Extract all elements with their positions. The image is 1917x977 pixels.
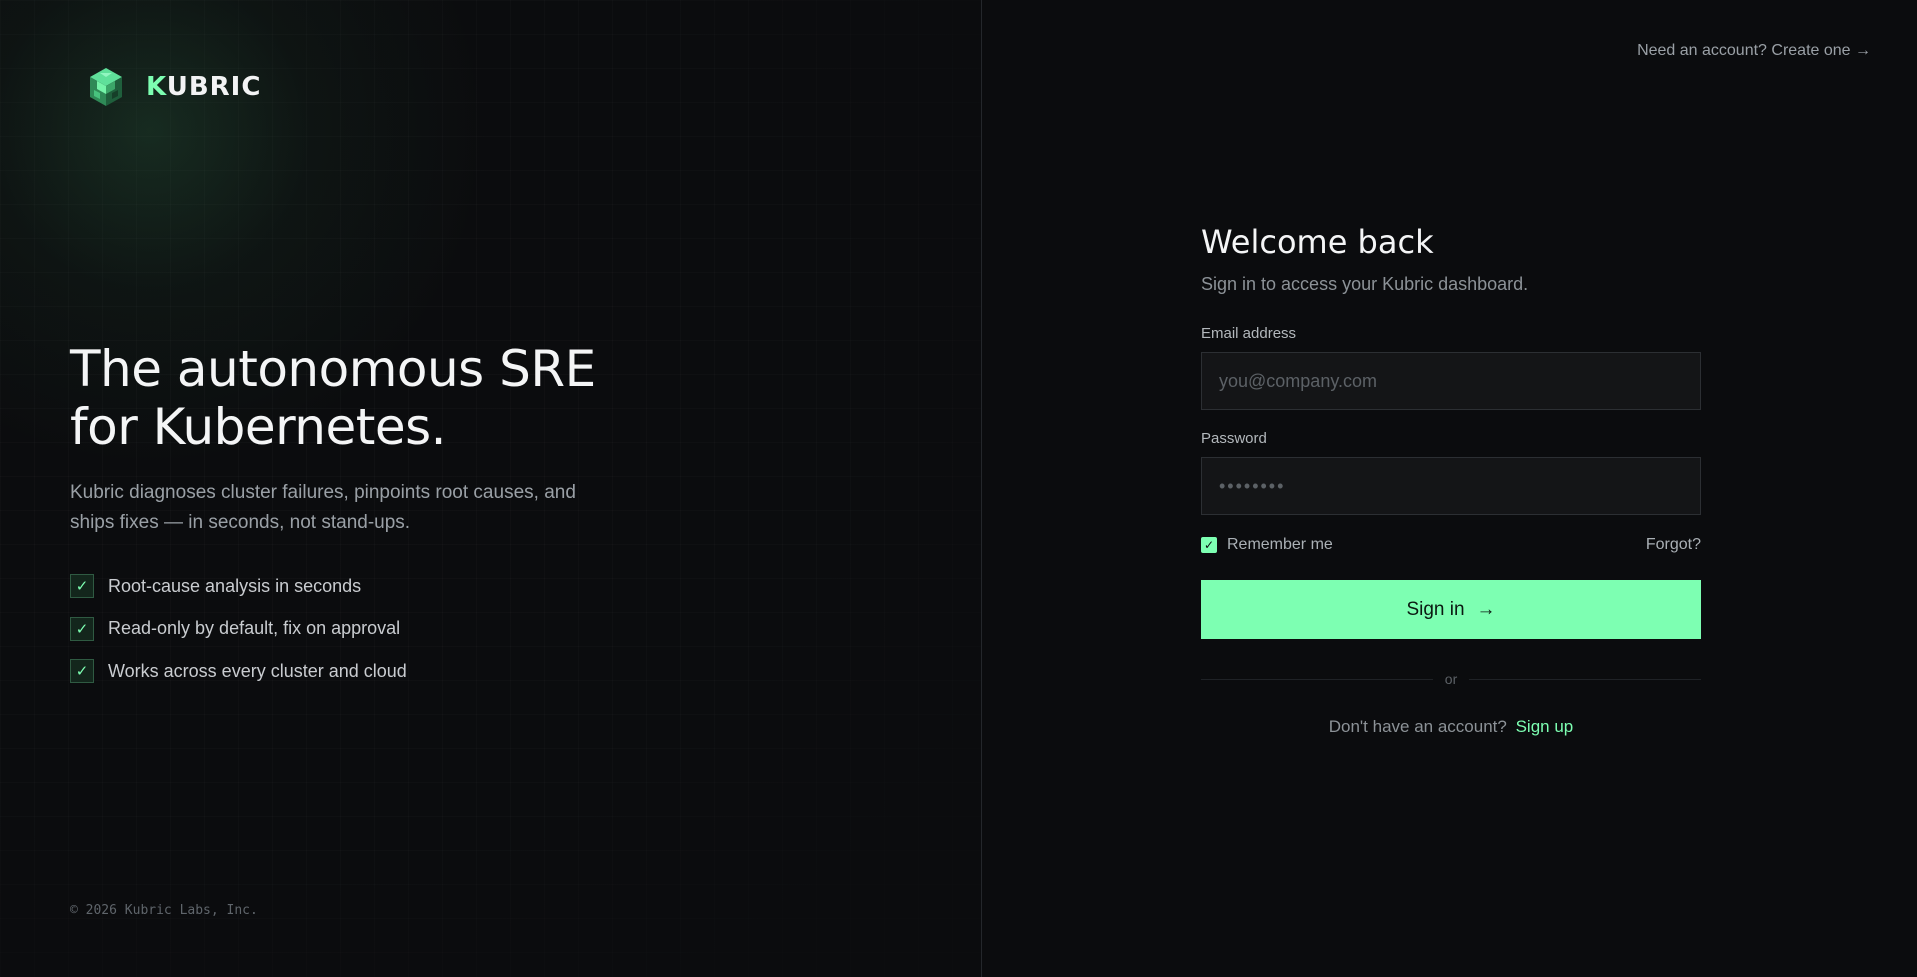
password-label: Password <box>1201 430 1267 447</box>
feature-label: Works across every cluster and cloud <box>108 660 407 681</box>
or-divider: or <box>1201 669 1702 689</box>
hero-subtitle: Kubric diagnoses cluster failures, pinpo… <box>70 482 576 533</box>
signin-form: Welcome back Sign in to access your Kubr… <box>1201 222 1702 737</box>
login-page: KUBRIC The autonomous SRE for Kubernetes… <box>0 0 1917 977</box>
check-icon: ✓ <box>70 616 94 641</box>
arrow-right-icon: → <box>1476 598 1496 620</box>
feature-list: ✓ Root-cause analysis in seconds ✓ Read-… <box>70 574 710 683</box>
divider-text: or <box>1444 671 1458 687</box>
remember-me-checkbox[interactable]: ✓ <box>1201 537 1217 553</box>
divider-line <box>1469 678 1702 680</box>
copyright: © 2026 Kubric Labs, Inc. <box>70 903 258 918</box>
sign-up-link[interactable]: Sign up <box>1516 717 1574 736</box>
signup-row: Don't have an account? Sign up <box>1201 717 1701 737</box>
password-field[interactable] <box>1201 457 1701 515</box>
hero-title: The autonomous SRE for Kubernetes. <box>70 340 596 456</box>
create-account-link[interactable]: Need an account? Create one → <box>1637 42 1871 60</box>
form-options: ✓ Remember me Forgot? <box>1201 535 1701 555</box>
feature-label: Read-only by default, fix on approval <box>108 618 401 638</box>
forgot-password-link[interactable]: Forgot? <box>1646 536 1701 554</box>
check-icon: ✓ <box>70 659 94 683</box>
form-subtitle: Sign in to access your Kubric dashboard. <box>1201 274 1529 294</box>
email-field[interactable] <box>1201 352 1701 410</box>
marketing-panel: KUBRIC The autonomous SRE for Kubernetes… <box>0 0 982 977</box>
check-icon: ✓ <box>70 574 94 598</box>
email-label: Email address <box>1201 325 1297 342</box>
brand[interactable]: KUBRIC <box>86 66 261 108</box>
feature-item: ✓ Root-cause analysis in seconds <box>70 574 710 598</box>
sign-in-button[interactable]: Sign in → <box>1201 580 1701 639</box>
auth-panel: Need an account? Create one → Welcome ba… <box>982 0 1917 977</box>
hero: The autonomous SRE for Kubernetes. Kubri… <box>70 340 710 702</box>
brand-name: KUBRIC <box>146 72 262 102</box>
remember-me-label: Remember me <box>1227 536 1333 553</box>
feature-label: Root-cause analysis in seconds <box>108 575 362 596</box>
form-title: Welcome back <box>1201 223 1434 261</box>
cube-logo-icon <box>90 68 122 106</box>
feature-item: ✓ Read-only by default, fix on approval <box>70 616 710 641</box>
signup-prompt: Don't have an account? <box>1328 717 1507 736</box>
feature-item: ✓ Works across every cluster and cloud <box>70 659 710 683</box>
divider-line <box>1201 678 1433 680</box>
sign-in-label: Sign in <box>1406 598 1465 620</box>
remember-me-toggle[interactable]: ✓ Remember me <box>1201 536 1333 554</box>
